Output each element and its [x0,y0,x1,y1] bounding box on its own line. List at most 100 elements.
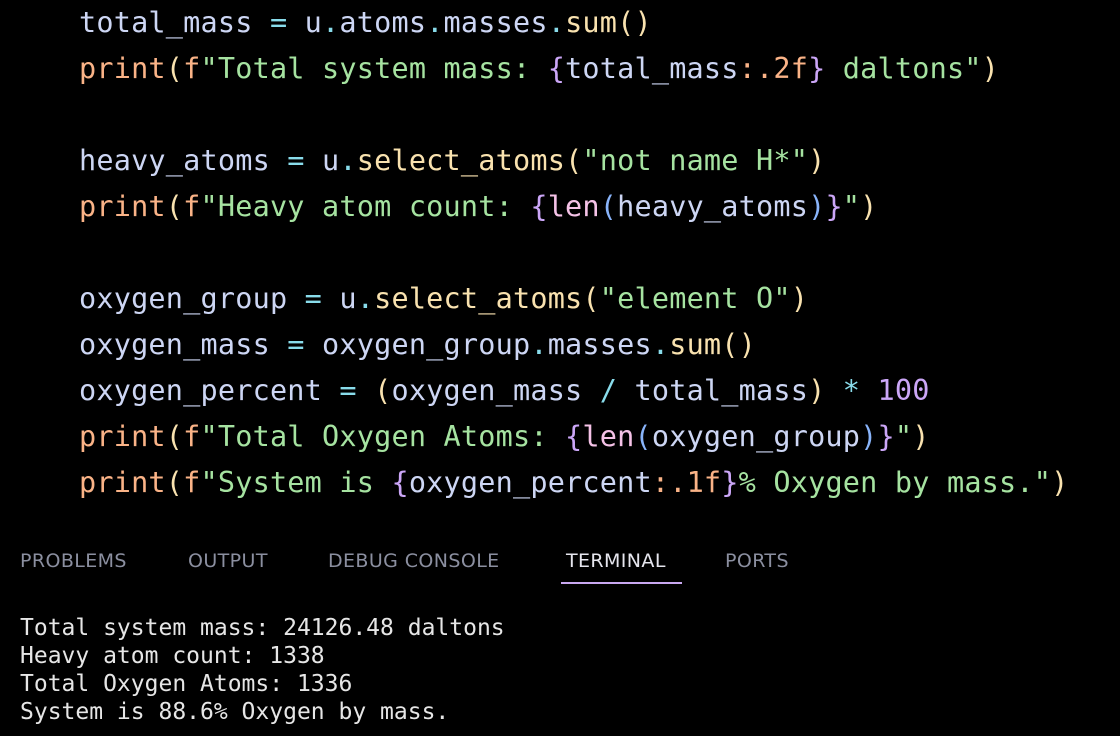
code-token: ) [981,52,1000,85]
code-token: ( [634,420,652,453]
code-token: . [651,328,670,361]
code-token: u [322,144,340,177]
code-token: f [183,466,201,499]
code-token: print [79,52,166,85]
tab-terminal[interactable]: TERMINAL [566,550,666,572]
code-token: } [877,420,895,453]
code-token: oxygen_group [79,282,288,315]
code-line: print(f"Total Oxygen Atoms: {len(oxygen_… [79,414,930,460]
code-token: } [808,52,826,85]
code-token: sum [565,6,618,39]
code-token: ( [165,52,184,85]
code-line: total_mass = u.atoms.masses.sum() [79,0,652,46]
code-token: ( [165,466,184,499]
code-token: :.1f [651,466,722,499]
code-token: oxygen_group [651,420,861,453]
code-token: oxygen_percent [408,466,652,499]
code-token: ( [374,374,392,407]
code-token: oxygen_mass [391,374,583,407]
code-token: { [391,466,409,499]
code-token: "element O" [599,282,791,315]
tab-output[interactable]: OUTPUT [188,550,268,572]
code-token: masses [443,6,548,39]
code-line: print(f"Total system mass: {total_mass:.… [79,46,999,92]
code-token: ( [599,190,618,223]
code-token: select_atoms [374,282,583,315]
code-token: ) [808,190,826,223]
code-token: total_mass [634,374,809,407]
code-token: :.2f [738,52,809,85]
code-token: print [79,190,166,223]
terminal-line: Total Oxygen Atoms: 1336 [20,671,353,697]
code-token: ) [912,420,930,453]
code-token: "Total system mass: [200,52,548,85]
code-token: "Heavy atom count: [200,190,531,223]
code-line: print(f"Heavy atom count: {len(heavy_ato… [79,184,878,230]
tab-debug-console[interactable]: DEBUG CONSOLE [328,550,500,572]
code-token: "not name H*" [582,144,809,177]
code-token: ) [860,190,878,223]
code-token: ( [582,282,600,315]
code-token: { [530,190,548,223]
terminal-output[interactable]: Total system mass: 24126.48 daltons Heav… [20,614,1100,730]
code-token: . [356,282,375,315]
terminal-line: System is 88.6% Oxygen by mass. [20,699,450,725]
code-token: = [252,6,305,39]
code-token: ) [808,144,826,177]
code-token: () [721,328,757,361]
tab-ports[interactable]: PORTS [725,550,789,572]
code-token: { [565,420,583,453]
panel-tab-bar: PROBLEMS OUTPUT DEBUG CONSOLE TERMINAL P… [0,536,1120,586]
code-token: . [530,328,548,361]
code-line: oxygen_mass = oxygen_group.masses.sum() [79,322,756,368]
code-editor[interactable]: total_mass = u.atoms.masses.sum() print(f… [0,0,1120,530]
code-token: heavy_atoms [617,190,809,223]
code-token: } [721,466,739,499]
code-token: u [304,6,323,39]
code-token: len [547,190,600,223]
code-token: daltons" [825,52,982,85]
code-token: ) [808,374,826,407]
code-token: = [269,144,323,177]
code-token: heavy_atoms [79,144,270,177]
code-token: f [183,190,201,223]
code-token: = [269,328,323,361]
code-token: / [582,374,635,407]
code-token: len [582,420,635,453]
code-token: sum [669,328,722,361]
code-token: } [825,190,843,223]
code-token: . [339,144,357,177]
code-token: "Total Oxygen Atoms: [200,420,566,453]
code-token: ) [1051,466,1069,499]
code-token: print [79,466,166,499]
active-tab-indicator [561,582,682,584]
code-token: f [183,420,201,453]
code-token: " [894,420,913,453]
code-token: f [183,52,201,85]
code-token: total_mass [565,52,739,85]
code-line: oxygen_percent = (oxygen_mass / total_ma… [79,368,930,414]
code-token: 100 [877,374,930,407]
tab-problems[interactable]: PROBLEMS [20,550,127,572]
code-token: print [79,420,166,453]
code-token: oxygen_percent [79,374,323,407]
code-token: . [322,6,340,39]
code-token: masses [547,328,652,361]
code-token: { [547,52,566,85]
code-token: . [547,6,566,39]
code-token: atoms [339,6,427,39]
code-line: oxygen_group = u.select_atoms("element O… [79,276,808,322]
code-token: = [322,374,375,407]
code-line: heavy_atoms = u.select_atoms("not name H… [79,138,825,184]
code-token: ) [790,282,809,315]
terminal-line: Total system mass: 24126.48 daltons [20,615,505,641]
code-token: * [825,374,878,407]
code-token: () [617,6,652,39]
code-token: select_atoms [356,144,566,177]
code-token: ( [165,190,184,223]
code-token: oxygen_mass [79,328,270,361]
code-token: "System is [200,466,392,499]
code-token: ( [165,420,184,453]
code-token: ( [565,144,583,177]
code-token: total_mass [79,6,253,39]
